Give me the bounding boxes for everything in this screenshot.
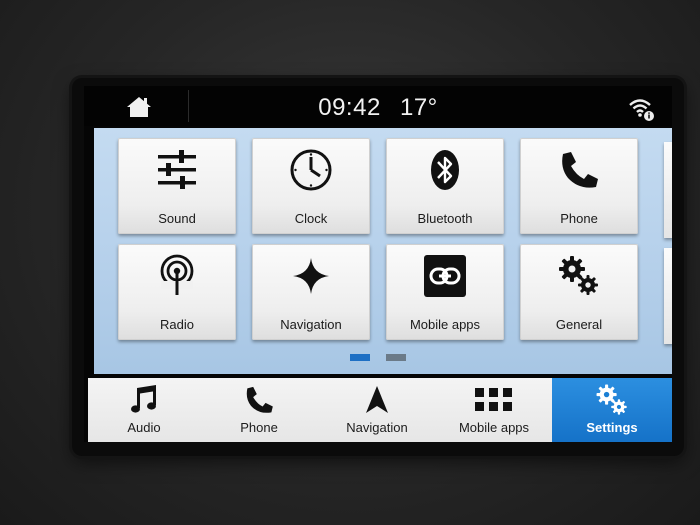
tab-label: Mobile apps [458, 420, 530, 435]
tile-label: General [555, 317, 603, 332]
tile-general[interactable]: General [520, 244, 638, 340]
tile-label: Radio [160, 317, 194, 332]
phone-icon [246, 386, 273, 413]
next-page-tile-peek[interactable] [664, 248, 672, 344]
tab-label: Settings [586, 420, 638, 435]
tile-bluetooth[interactable]: Bluetooth [386, 138, 504, 234]
status-center: 09:42 17° [84, 94, 672, 122]
clock-icon [290, 149, 332, 191]
sliders-icon [158, 150, 196, 189]
tile-phone[interactable]: Phone [520, 138, 638, 234]
wifi-info-icon [629, 99, 654, 121]
wifi-status[interactable] [628, 96, 656, 122]
settings-grid: Sound Clock Bluetooth Phone Radio Naviga… [94, 128, 672, 374]
tab-label: Navigation [346, 420, 408, 435]
page-dot[interactable] [386, 354, 406, 361]
bottom-tab-bar: Audio Phone Navigation Mobile apps Setti… [88, 378, 672, 442]
navigation-arrow-icon [366, 386, 388, 413]
infotainment-screen: 09:42 17° Sound Clock Bluetooth Phone Ra… [84, 86, 672, 442]
tab-audio[interactable]: Audio [88, 378, 200, 442]
gears-icon [596, 384, 627, 415]
tab-label: Phone [240, 420, 278, 435]
tab-mobile-apps[interactable]: Mobile apps [436, 378, 552, 442]
tab-phone[interactable]: Phone [200, 378, 318, 442]
link-icon [424, 255, 466, 297]
tab-navigation[interactable]: Navigation [318, 378, 436, 442]
tile-sound[interactable]: Sound [118, 138, 236, 234]
tile-label: Bluetooth [417, 211, 473, 226]
radio-antenna-icon [160, 254, 194, 295]
phone-icon [562, 152, 598, 188]
tile-radio[interactable]: Radio [118, 244, 236, 340]
tile-label: Sound [158, 211, 196, 226]
outside-temperature: 17° [399, 94, 438, 121]
next-page-tile-peek[interactable] [664, 142, 672, 238]
music-note-icon [131, 385, 156, 413]
tile-label: Clock [294, 211, 328, 226]
page-indicator [94, 354, 672, 362]
tile-mobile-apps[interactable]: Mobile apps [386, 244, 504, 340]
tile-navigation[interactable]: Navigation [252, 244, 370, 340]
tile-clock[interactable]: Clock [252, 138, 370, 234]
clock-time: 09:42 [318, 94, 381, 121]
tab-settings[interactable]: Settings [552, 378, 672, 442]
tab-label: Audio [127, 420, 161, 435]
gears-icon [559, 256, 598, 295]
star-compass-icon [293, 258, 329, 294]
bluetooth-icon [431, 150, 459, 190]
tile-label: Mobile apps [409, 317, 481, 332]
page-dot-active[interactable] [350, 354, 370, 361]
tile-label: Navigation [280, 317, 342, 332]
apps-grid-icon [475, 388, 512, 411]
status-bar: 09:42 17° [84, 86, 672, 126]
tile-label: Phone [560, 211, 598, 226]
